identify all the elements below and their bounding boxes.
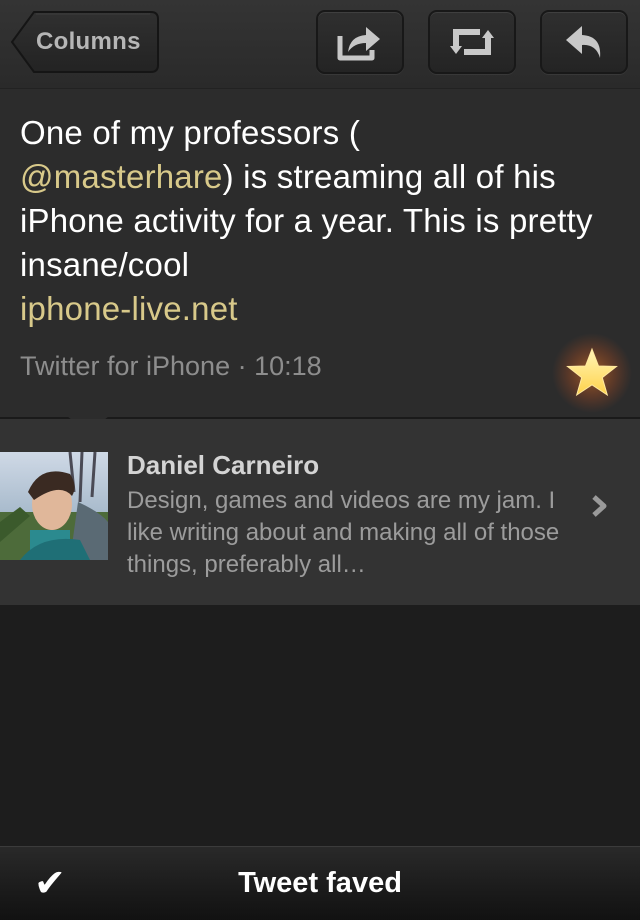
tweet-text: One of my professors (@masterhare) is st…: [20, 111, 620, 331]
author-profile-row[interactable]: Daniel Carneiro Design, games and videos…: [0, 419, 640, 605]
url-link[interactable]: iphone-live.net: [20, 290, 238, 327]
tweet-text-before: One of my professors (: [20, 114, 361, 151]
status-bar: ✔ Tweet faved: [0, 846, 640, 920]
mention-link[interactable]: @masterhare: [20, 158, 223, 195]
chevron-right-icon: [592, 495, 607, 517]
retweet-button[interactable]: [428, 10, 516, 74]
back-button-label: Columns: [36, 28, 141, 55]
back-button[interactable]: Columns: [10, 10, 160, 74]
tweet-source-time: Twitter for iPhone · 10:18: [20, 351, 322, 381]
status-message: Tweet faved: [238, 867, 402, 899]
reply-button[interactable]: [540, 10, 628, 74]
share-button[interactable]: [316, 10, 404, 74]
author-name: Daniel Carneiro: [127, 450, 320, 480]
author-bio: Design, games and videos are my jam. I l…: [127, 487, 560, 578]
empty-area: [0, 606, 640, 846]
top-toolbar: Columns: [0, 0, 640, 89]
screen: Columns One of my professors (@masterha…: [0, 0, 640, 920]
favorite-star-icon[interactable]: [552, 333, 632, 413]
avatar: [0, 452, 108, 560]
tweet-detail: One of my professors (@masterhare) is st…: [0, 89, 640, 417]
